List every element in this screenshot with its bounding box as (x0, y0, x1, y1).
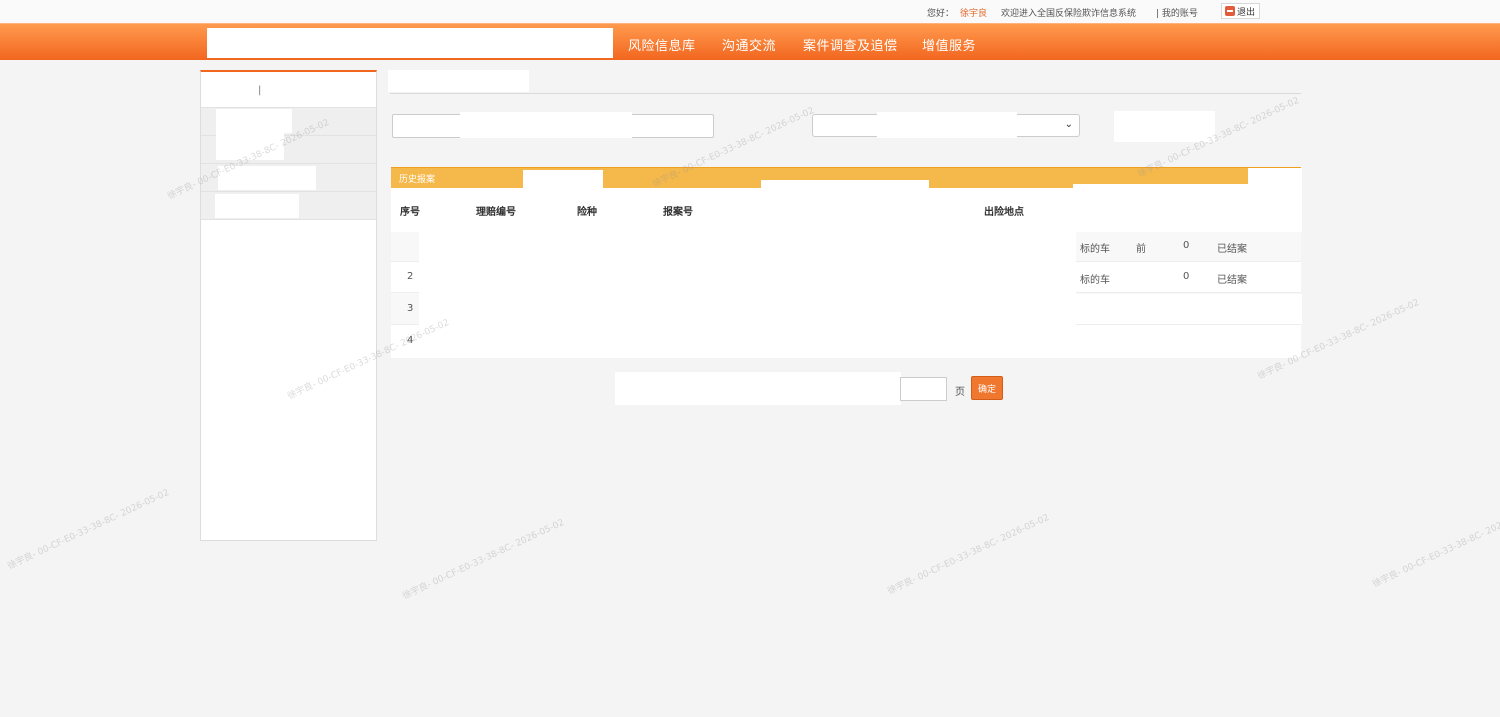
chevron-down-icon: ⌄ (1064, 119, 1073, 130)
page-title-area (388, 70, 529, 92)
pagination[interactable] (615, 372, 901, 405)
page-label: 页 (955, 387, 965, 398)
history-table: 序号 理赔编号 险种 报案号 出险地点 标的车 前 0 已结案 2 标的车 0 … (391, 168, 1302, 358)
watermark: 徐宇良- 00-CF-E0-33-38-8C- 2026-05-02 (401, 517, 566, 602)
nav-investigation[interactable]: 案件调查及追偿 (803, 35, 898, 54)
confirm-button[interactable]: 确定 (971, 376, 1003, 400)
sidebar-header: | (201, 72, 376, 108)
col-index: 序号 (400, 207, 420, 218)
col-location: 出险地点 (984, 207, 1024, 218)
sidebar: | (200, 70, 377, 541)
sidebar-item-2[interactable] (201, 132, 376, 164)
watermark: 徐宇良- 00-CF-E0-33-38-8C- 2026-05-02 (6, 487, 171, 572)
greeting-label: 您好： (927, 9, 955, 19)
welcome-text: 欢迎进入全国反保险欺诈信息系统 (1001, 9, 1137, 19)
page-number-input[interactable] (900, 377, 947, 401)
logout-button[interactable]: 退出 (1221, 3, 1261, 19)
title-divider (390, 93, 1301, 94)
sidebar-item-4[interactable] (201, 192, 376, 220)
logout-icon (1225, 6, 1235, 16)
nav-risk-info[interactable]: 风险信息库 (628, 35, 696, 54)
sidebar-item-3[interactable] (201, 164, 376, 192)
tab-history-report[interactable]: 历史报案 (399, 172, 435, 185)
query-button-area[interactable] (1114, 111, 1215, 142)
sidebar-caret: | (258, 85, 262, 96)
status-badge: 已结案 (1217, 244, 1247, 255)
col-report-no: 报案号 (663, 207, 693, 218)
brand-logo-area (207, 28, 613, 58)
top-bar: 您好： 徐宇良 欢迎进入全国反保险欺诈信息系统 | 我的账号 退出 (0, 0, 1500, 23)
user-name[interactable]: 徐宇良 (960, 6, 987, 19)
logout-label: 退出 (1237, 7, 1256, 18)
watermark: 徐宇良- 00-CF-E0-33-38-8C- 2026-05-02 (1371, 505, 1500, 590)
my-account-link[interactable]: | 我的账号 (1156, 6, 1198, 19)
nav-value-added[interactable]: 增值服务 (922, 35, 976, 54)
status-badge: 已结案 (1217, 275, 1247, 286)
main-nav: 风险信息库 沟通交流 案件调查及追偿 增值服务 (0, 23, 1500, 60)
col-claim-no: 理赔编号 (476, 207, 516, 218)
watermark: 徐宇良- 00-CF-E0-33-38-8C- 2026-05-02 (886, 512, 1051, 597)
col-risk-type: 险种 (577, 207, 597, 218)
nav-communication[interactable]: 沟通交流 (722, 35, 776, 54)
